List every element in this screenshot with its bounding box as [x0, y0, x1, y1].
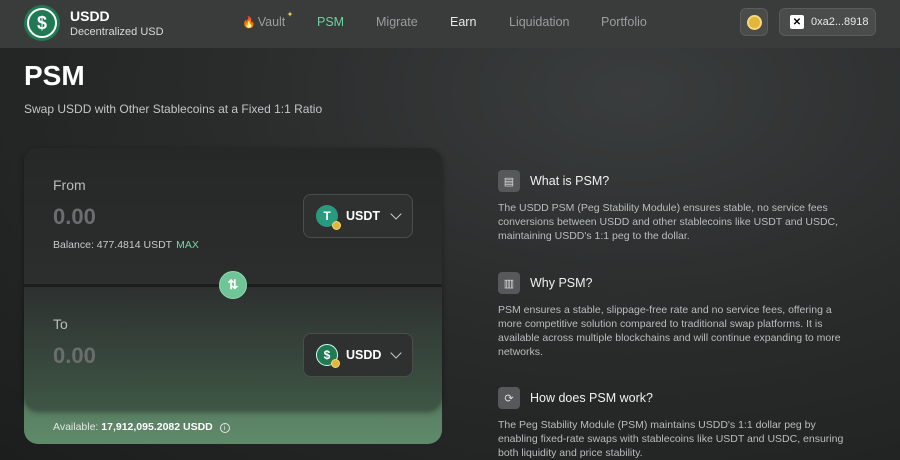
chain-badge-icon: [332, 221, 341, 230]
from-token-name: USDT: [346, 209, 381, 223]
available-value: 17,912,095.2082 USDD: [101, 421, 213, 433]
info-text-why: PSM ensures a stable, slippage-free rate…: [498, 304, 841, 358]
nav-item-psm[interactable]: PSM: [317, 15, 344, 29]
to-amount-input[interactable]: 0.00: [53, 343, 96, 369]
brand-title[interactable]: USDD: [70, 8, 110, 24]
network-button[interactable]: [740, 8, 768, 36]
available-label: Available:: [53, 421, 99, 433]
page-subtitle: Swap USDD with Other Stablecoins at a Fi…: [24, 102, 323, 116]
balance-text: Balance: 477.4814 USDT: [53, 239, 173, 251]
chain-badge-icon: [331, 359, 340, 368]
wallet-address: 0xa2...8918: [811, 16, 869, 28]
bank-icon: ▥: [498, 272, 520, 294]
nav-item-liquidation[interactable]: Liquidation: [509, 15, 569, 29]
to-token-select[interactable]: $ USDD: [303, 333, 413, 377]
to-label: To: [53, 316, 68, 332]
brand-subtitle: Decentralized USD: [70, 26, 164, 38]
swap-arrows-icon: ⇅: [227, 277, 239, 292]
info-icon[interactable]: i: [219, 423, 230, 433]
usdd-icon: $: [316, 344, 340, 368]
info-title-how: How does PSM work?: [530, 391, 653, 405]
swap-direction-button[interactable]: ⇅: [219, 271, 247, 299]
from-balance: Balance: 477.4814 USDT MAX: [53, 239, 199, 251]
info-text-what: The USDD PSM (Peg Stability Module) ensu…: [498, 202, 839, 242]
info-title-what: What is PSM?: [530, 174, 610, 188]
nav-item-portfolio[interactable]: Portfolio: [601, 15, 647, 29]
usdd-logo[interactable]: $: [24, 5, 60, 41]
nav-item-label: Vault: [257, 15, 286, 29]
from-amount-input[interactable]: 0.00: [53, 204, 96, 230]
info-title-why: Why PSM?: [530, 276, 593, 290]
sparkle-icon: ✦: [286, 10, 294, 19]
chevron-down-icon: [390, 208, 402, 220]
chevron-down-icon: [390, 347, 402, 359]
nav-item-earn[interactable]: Earn: [450, 15, 476, 29]
coin-icon: [746, 14, 762, 30]
from-token-select[interactable]: T USDT: [303, 194, 413, 238]
from-label: From: [53, 177, 86, 193]
wallet-logo-icon: ✕: [790, 15, 804, 29]
exchange-icon: ⟳: [498, 387, 520, 409]
max-button[interactable]: MAX: [176, 239, 199, 251]
document-icon: ▤: [498, 170, 520, 192]
to-token-name: USDD: [346, 348, 382, 362]
nav-item-migrate[interactable]: Migrate: [376, 15, 418, 29]
page-title: PSM: [24, 60, 85, 91]
usdt-icon: T: [316, 205, 341, 230]
dollar-icon: $: [27, 8, 57, 38]
top-navbar: $ USDD Decentralized USD 🔥 Vault ✦ PSM Mig…: [0, 0, 900, 48]
available-liquidity: Available: 17,912,095.2082 USDD i: [53, 421, 230, 433]
nav-item-vault[interactable]: 🔥 Vault ✦: [242, 10, 293, 29]
wallet-button[interactable]: ✕ 0xa2...8918: [779, 8, 876, 36]
fire-icon: 🔥: [242, 17, 256, 29]
info-text-how: The Peg Stability Module (PSM) maintains…: [498, 419, 844, 459]
